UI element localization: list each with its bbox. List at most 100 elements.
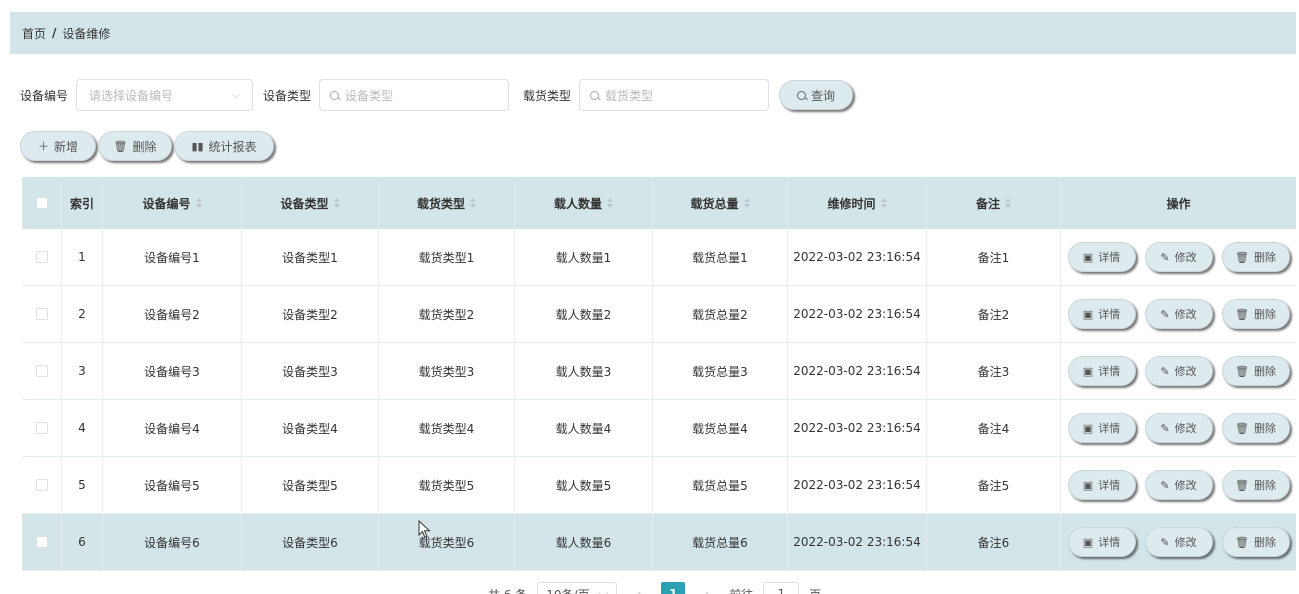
row-actions: ▣ 详情 ✎ 修改 🗑 删除 bbox=[1061, 400, 1296, 456]
sort-icon[interactable] bbox=[195, 198, 202, 208]
cell-index: 5 bbox=[62, 457, 103, 513]
bar-chart-icon: ▮▮ bbox=[191, 139, 204, 153]
row-delete-button[interactable]: 🗑 删除 bbox=[1221, 470, 1290, 500]
device-type-input[interactable]: 设备类型 bbox=[319, 79, 510, 111]
row-checkbox[interactable] bbox=[35, 422, 48, 434]
document-icon: ▣ bbox=[1082, 478, 1094, 492]
row-delete-button[interactable]: 🗑 删除 bbox=[1221, 242, 1290, 272]
cell-device-no: 设备编号1 bbox=[103, 229, 242, 285]
sort-icon[interactable] bbox=[607, 198, 613, 208]
sort-icon[interactable] bbox=[470, 198, 476, 208]
cell-device-no: 设备编号5 bbox=[103, 457, 242, 513]
cell-cargo-type: 载货类型4 bbox=[379, 400, 515, 456]
cell-index: 1 bbox=[62, 229, 103, 285]
breadcrumb-home[interactable]: 首页 bbox=[22, 25, 46, 42]
table-row[interactable]: 3 设备编号3 设备类型3 载货类型3 载人数量3 载货总量3 2022-03-02 23:… bbox=[22, 343, 1296, 400]
table-row[interactable]: 1 设备编号1 设备类型1 载货类型1 载人数量1 载货总量1 2022-03-02 23:… bbox=[22, 229, 1296, 286]
row-checkbox[interactable] bbox=[35, 365, 48, 377]
trash-icon: 🗑 bbox=[1235, 421, 1249, 435]
cell-device-type: 设备类型4 bbox=[242, 400, 379, 456]
cell-repair-time: 2022-03-02 23:16:54 bbox=[788, 286, 927, 342]
device-type-label: 设备类型 bbox=[263, 88, 312, 103]
search-icon bbox=[797, 90, 807, 100]
trash-icon: 🗑 bbox=[1235, 364, 1249, 378]
trash-icon: 🗑 bbox=[1235, 535, 1249, 549]
sort-icon[interactable] bbox=[880, 198, 887, 208]
detail-button[interactable]: ▣ 详情 bbox=[1067, 470, 1136, 500]
cell-people-count: 载人数量6 bbox=[515, 514, 653, 570]
cell-cargo-type: 载货类型1 bbox=[379, 229, 515, 285]
breadcrumb: 首页 / 设备维修 bbox=[10, 12, 1296, 54]
delete-button[interactable]: 🗑 删除 bbox=[98, 131, 172, 161]
detail-button[interactable]: ▣ 详情 bbox=[1067, 527, 1136, 557]
table-row[interactable]: 6 设备编号6 设备类型6 载货类型6 载人数量6 载货总量6 2022-03-02 23:… bbox=[22, 514, 1296, 571]
delete-button-label: 删除 bbox=[132, 139, 157, 154]
table-row[interactable]: 4 设备编号4 设备类型4 载货类型4 载人数量4 载货总量4 2022-03-02 23:… bbox=[22, 400, 1296, 457]
report-button[interactable]: ▮▮ 统计报表 bbox=[174, 131, 274, 161]
select-all-checkbox[interactable] bbox=[35, 197, 48, 209]
table-body: 1 设备编号1 设备类型1 载货类型1 载人数量1 载货总量1 2022-03-02 23:… bbox=[22, 229, 1296, 571]
trash-icon: 🗑 bbox=[1235, 250, 1249, 264]
row-actions: ▣ 详情 ✎ 修改 🗑 删除 bbox=[1061, 514, 1296, 570]
row-delete-button[interactable]: 🗑 删除 bbox=[1221, 527, 1290, 557]
header-index: 索引 bbox=[62, 177, 103, 229]
row-checkbox[interactable] bbox=[35, 251, 48, 263]
document-icon: ▣ bbox=[1082, 535, 1094, 549]
row-checkbox[interactable] bbox=[35, 536, 48, 548]
goto-page-input[interactable]: 1 bbox=[763, 582, 800, 594]
query-button[interactable]: 查询 bbox=[779, 80, 854, 110]
header-cargo-type[interactable]: 载货类型 bbox=[379, 177, 515, 229]
cell-cargo-total: 载货总量5 bbox=[653, 457, 788, 513]
cell-people-count: 载人数量3 bbox=[515, 343, 653, 399]
cell-people-count: 载人数量2 bbox=[515, 286, 653, 342]
toolbar: ＋ 新增 🗑 删除 ▮▮ 统计报表 bbox=[20, 131, 274, 161]
edit-button[interactable]: ✎ 修改 bbox=[1144, 242, 1213, 272]
header-people-count[interactable]: 载人数量 bbox=[515, 177, 653, 229]
search-icon bbox=[330, 90, 340, 100]
header-device-type[interactable]: 设备类型 bbox=[242, 177, 379, 229]
pencil-icon: ✎ bbox=[1160, 364, 1170, 378]
document-icon: ▣ bbox=[1082, 421, 1094, 435]
edit-button[interactable]: ✎ 修改 bbox=[1144, 356, 1213, 386]
header-device-no[interactable]: 设备编号 bbox=[103, 177, 242, 229]
row-delete-button[interactable]: 🗑 删除 bbox=[1221, 356, 1290, 386]
header-note[interactable]: 备注 bbox=[927, 177, 1061, 229]
sort-icon[interactable] bbox=[1005, 198, 1011, 208]
row-actions: ▣ 详情 ✎ 修改 🗑 删除 bbox=[1061, 457, 1296, 513]
chevron-right-icon[interactable]: › bbox=[695, 582, 719, 594]
add-button-label: 新增 bbox=[53, 139, 78, 154]
row-delete-button[interactable]: 🗑 删除 bbox=[1221, 299, 1290, 329]
device-no-select[interactable]: 请选择设备编号 ⌵ bbox=[76, 79, 254, 111]
sort-icon[interactable] bbox=[743, 198, 750, 208]
row-checkbox[interactable] bbox=[35, 479, 48, 491]
cell-index: 3 bbox=[62, 343, 103, 399]
cell-people-count: 载人数量5 bbox=[515, 457, 653, 513]
edit-button[interactable]: ✎ 修改 bbox=[1144, 470, 1213, 500]
cargo-type-input[interactable]: 载货类型 bbox=[579, 79, 770, 111]
add-button[interactable]: ＋ 新增 bbox=[20, 131, 96, 161]
cell-device-type: 设备类型2 bbox=[242, 286, 379, 342]
table-row[interactable]: 2 设备编号2 设备类型2 载货类型2 载人数量2 载货总量2 2022-03-02 23:… bbox=[22, 286, 1296, 343]
detail-button[interactable]: ▣ 详情 bbox=[1067, 356, 1136, 386]
device-no-label: 设备编号 bbox=[20, 88, 69, 103]
edit-button[interactable]: ✎ 修改 bbox=[1144, 413, 1213, 443]
header-repair-time[interactable]: 维修时间 bbox=[788, 177, 927, 229]
cell-repair-time: 2022-03-02 23:16:54 bbox=[788, 343, 927, 399]
table-row[interactable]: 5 设备编号5 设备类型5 载货类型5 载人数量5 载货总量5 2022-03-02 23:… bbox=[22, 457, 1296, 514]
breadcrumb-current: 设备维修 bbox=[62, 26, 111, 41]
row-delete-button[interactable]: 🗑 删除 bbox=[1221, 413, 1290, 443]
detail-button[interactable]: ▣ 详情 bbox=[1067, 299, 1136, 329]
row-checkbox[interactable] bbox=[35, 308, 48, 320]
detail-button[interactable]: ▣ 详情 bbox=[1067, 413, 1136, 443]
edit-button[interactable]: ✎ 修改 bbox=[1144, 527, 1213, 557]
detail-button[interactable]: ▣ 详情 bbox=[1067, 242, 1136, 272]
chevron-left-icon[interactable]: ‹ bbox=[627, 582, 651, 594]
edit-button[interactable]: ✎ 修改 bbox=[1144, 299, 1213, 329]
trash-icon: 🗑 bbox=[1235, 478, 1249, 492]
page-size-select[interactable]: 10条/页 ⌵ bbox=[537, 582, 618, 594]
sort-icon[interactable] bbox=[333, 198, 340, 208]
header-cargo-total[interactable]: 载货总量 bbox=[653, 177, 788, 229]
report-button-label: 统计报表 bbox=[208, 139, 257, 154]
page-number-current[interactable]: 1 bbox=[661, 582, 686, 594]
plus-icon: ＋ bbox=[37, 140, 49, 153]
